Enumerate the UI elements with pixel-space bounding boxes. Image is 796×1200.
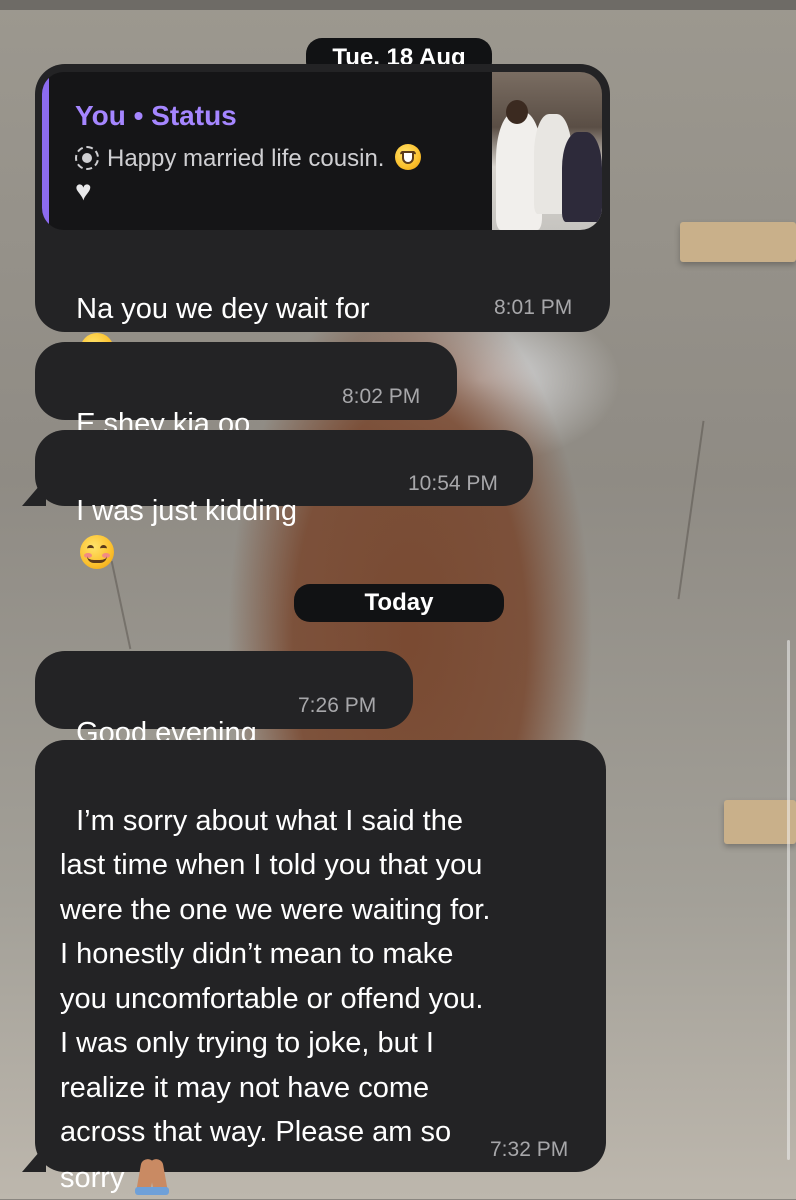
message-text-content: Na you we dey wait for bbox=[76, 292, 370, 325]
top-bar bbox=[0, 0, 796, 10]
folded-hands-icon bbox=[132, 1155, 172, 1195]
partying-face-icon bbox=[395, 144, 422, 170]
wallpaper-shelf bbox=[724, 800, 796, 844]
reply-preview[interactable]: You • Status Happy married life cousin. … bbox=[42, 72, 602, 230]
message-timestamp: 10:54 PM bbox=[408, 472, 498, 495]
wallpaper-crack bbox=[677, 420, 705, 600]
status-thumbnail bbox=[492, 72, 602, 230]
message-text: I was just kidding bbox=[60, 444, 297, 578]
date-separator: Today bbox=[294, 584, 504, 622]
wallpaper-shelf bbox=[680, 222, 796, 262]
reply-quote-text: Happy married life cousin. bbox=[107, 145, 385, 172]
message-text-content: I’m sorry about what I said the last tim… bbox=[60, 804, 491, 1194]
bubble-tail bbox=[22, 1144, 46, 1172]
message-text-content: I was just kidding bbox=[76, 494, 297, 527]
status-icon bbox=[75, 146, 99, 170]
message-timestamp: 8:01 PM bbox=[494, 296, 573, 319]
reply-author: You • Status bbox=[75, 100, 237, 131]
reply-text: Happy married life cousin. ♥ bbox=[75, 142, 495, 210]
white-heart-icon: ♥ bbox=[75, 175, 92, 206]
bubble-tail bbox=[22, 478, 46, 506]
message-text: I’m sorry about what I said the last tim… bbox=[60, 754, 590, 1200]
date-separator-label: Today bbox=[364, 589, 434, 616]
message-timestamp: 8:02 PM bbox=[342, 385, 421, 408]
reply-accent-bar bbox=[42, 72, 49, 230]
message-timestamp: 7:32 PM bbox=[490, 1138, 569, 1161]
message-timestamp: 7:26 PM bbox=[298, 694, 377, 717]
scroll-indicator[interactable] bbox=[787, 640, 790, 1160]
smiling-face-icon bbox=[80, 535, 115, 569]
